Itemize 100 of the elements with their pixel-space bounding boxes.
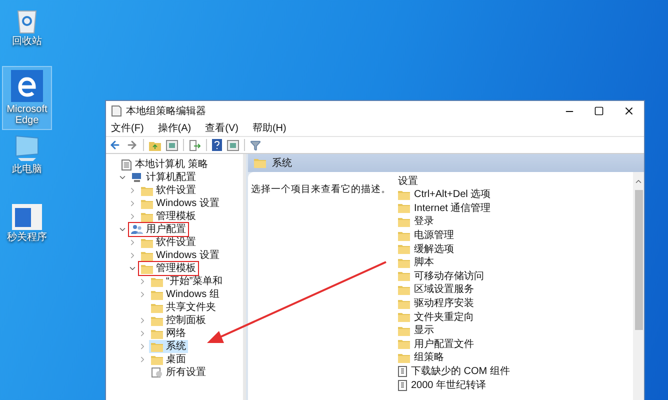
computer-icon	[131, 172, 143, 183]
tree-item[interactable]: 系统	[149, 340, 188, 353]
policy-icon	[121, 158, 132, 170]
folder-icon	[398, 230, 410, 241]
tree-item[interactable]: 控制面板	[149, 314, 208, 327]
desktop-icon-label: 此电脑	[12, 164, 42, 175]
scroll-up-icon[interactable]	[634, 177, 643, 186]
folder-icon	[398, 284, 410, 295]
collapsed-chevron-icon[interactable]	[138, 355, 147, 364]
tree-item[interactable]: 网络	[149, 327, 188, 340]
settings-list-item[interactable]: 文件夹重定向	[398, 310, 633, 324]
folder-icon	[141, 212, 153, 222]
app-window-icon	[12, 204, 42, 230]
folder-icon	[141, 264, 153, 274]
folder-icon	[141, 198, 153, 208]
settings-list-item[interactable]: 2000 年世纪转译	[398, 378, 633, 392]
folder-icon	[398, 298, 410, 309]
menu-item[interactable]: 帮助(H)	[250, 121, 288, 136]
folder-icon	[151, 328, 163, 338]
document-icon	[398, 380, 407, 391]
tree-item[interactable]: 软件设置	[139, 236, 198, 249]
tree-item[interactable]: 用户配置	[129, 223, 188, 236]
settings-list-item[interactable]: 脚本	[398, 256, 633, 270]
settings-list-item[interactable]: 下载缺少的 COM 组件	[398, 364, 633, 378]
window-title: 本地组策略编辑器	[126, 104, 206, 118]
settings-list-item[interactable]: 缓解选项	[398, 242, 633, 256]
desktop-icon-label: 秒关程序	[7, 232, 47, 243]
collapsed-chevron-icon[interactable]	[128, 238, 137, 247]
description-text: 选择一个项目来查看它的描述。	[251, 184, 391, 195]
export-icon[interactable]	[189, 140, 201, 150]
settings-list-item[interactable]: 登录	[398, 215, 633, 229]
collapsed-chevron-icon[interactable]	[138, 342, 147, 351]
folder-up-icon[interactable]	[149, 140, 161, 150]
tree-item[interactable]: Windows 组	[149, 288, 222, 301]
collapsed-chevron-icon[interactable]	[128, 251, 137, 260]
help-icon[interactable]	[212, 139, 222, 151]
folder-icon	[398, 203, 410, 214]
folder-icon	[151, 342, 163, 352]
panel-icon[interactable]	[227, 140, 239, 150]
folder-icon	[151, 354, 163, 364]
folder-icon	[398, 190, 410, 200]
expanded-chevron-icon[interactable]	[128, 264, 137, 273]
settings-list-icon	[151, 367, 163, 378]
settings-list-item[interactable]: 可移动存储访问	[398, 270, 633, 284]
settings-list-item[interactable]: 区域设置服务	[398, 283, 633, 297]
folder-icon	[398, 244, 410, 254]
settings-list-item[interactable]: Internet 通信管理	[398, 202, 633, 216]
settings-list-item[interactable]: 组策略	[398, 351, 633, 365]
folder-icon	[151, 302, 163, 312]
settings-list-item[interactable]: 用户配置文件	[398, 338, 633, 352]
tree-item[interactable]: 管理模板	[139, 262, 198, 275]
collapsed-chevron-icon[interactable]	[128, 186, 137, 195]
expanded-chevron-icon[interactable]	[118, 225, 127, 234]
settings-list-item[interactable]: 电源管理	[398, 228, 633, 242]
folder-icon	[151, 290, 163, 300]
tree-item[interactable]: 软件设置	[139, 184, 198, 197]
folder-icon	[141, 238, 153, 248]
collapsed-chevron-icon[interactable]	[128, 199, 137, 208]
tree-item[interactable]: Windows 设置	[139, 249, 222, 262]
back-icon[interactable]	[109, 139, 121, 151]
close-icon	[623, 105, 635, 117]
forward-icon[interactable]	[126, 139, 138, 151]
collapsed-chevron-icon[interactable]	[138, 329, 147, 338]
folder-icon	[398, 258, 410, 268]
document-icon	[398, 366, 407, 378]
pane-header-title: 系统	[272, 156, 292, 170]
tree-item[interactable]: 共享文件夹	[149, 301, 218, 314]
users-icon	[131, 224, 143, 235]
folder-icon	[141, 250, 153, 260]
tree-item[interactable]: 计算机配置	[129, 171, 198, 184]
desktop-icon-label: 回收站	[12, 36, 42, 47]
collapsed-chevron-icon[interactable]	[138, 316, 147, 325]
folder-icon	[398, 339, 410, 350]
tree-item[interactable]: 所有设置	[149, 366, 208, 379]
tree-item[interactable]: 本地计算机 策略	[119, 158, 210, 171]
scrollbar[interactable]	[633, 172, 644, 400]
menu-item[interactable]: 操作(A)	[156, 121, 194, 136]
tree-item[interactable]: 桌面	[149, 353, 188, 366]
menu-item[interactable]: 文件(F)	[109, 121, 146, 136]
tree-item[interactable]: “开始”菜单和	[149, 275, 225, 288]
expanded-chevron-icon[interactable]	[118, 173, 127, 182]
folder-icon	[398, 312, 410, 322]
tree-item[interactable]: Windows 设置	[139, 197, 222, 210]
panel-icon[interactable]	[166, 140, 178, 150]
filter-icon[interactable]	[250, 140, 261, 150]
settings-list-item[interactable]: 驱动程序安装	[398, 296, 633, 310]
collapsed-chevron-icon[interactable]	[128, 212, 137, 221]
menu-item[interactable]: 查看(V)	[203, 121, 240, 136]
folder-icon	[151, 276, 163, 286]
folder-icon	[398, 352, 410, 363]
settings-list-item[interactable]: 显示	[398, 324, 633, 338]
tree-item[interactable]: 管理模板	[139, 210, 198, 223]
collapsed-chevron-icon[interactable]	[138, 290, 147, 299]
column-heading[interactable]: 设置	[398, 174, 633, 188]
desktop-icon-label: Microsoft Edge	[6, 104, 48, 126]
settings-list-item[interactable]: Ctrl+Alt+Del 选项	[398, 188, 633, 202]
app-icon	[111, 105, 122, 117]
folder-icon	[141, 186, 153, 196]
collapsed-chevron-icon[interactable]	[138, 277, 147, 286]
folder-icon	[398, 326, 410, 336]
